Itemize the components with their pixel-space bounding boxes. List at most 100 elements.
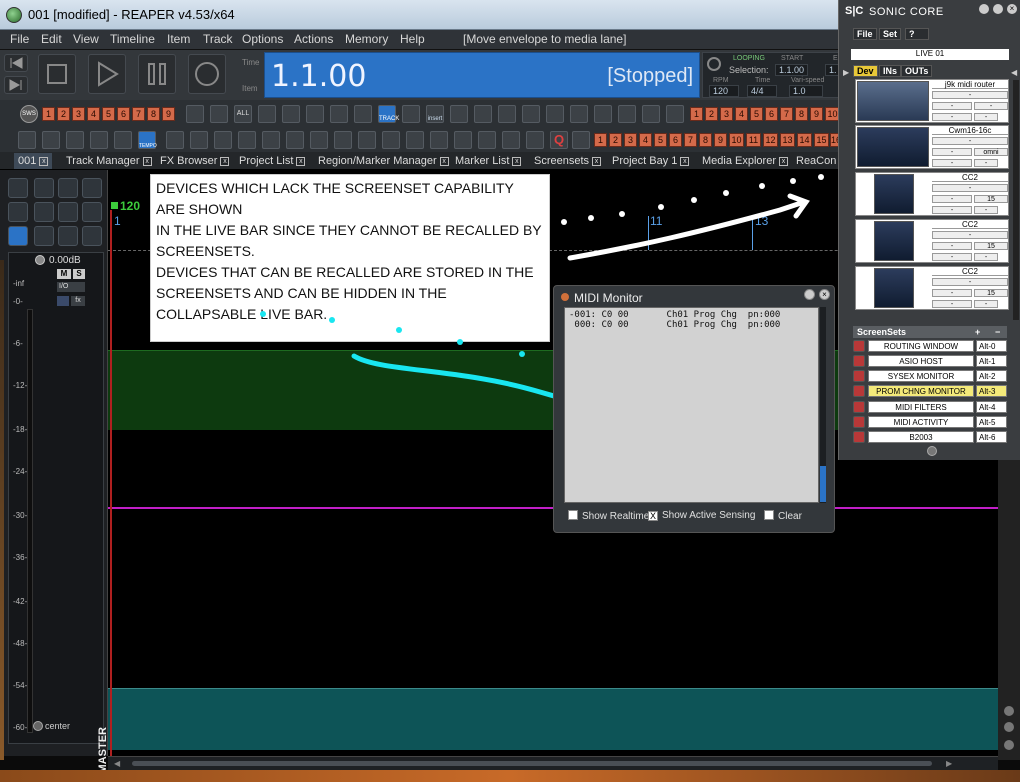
device-field[interactable]: - <box>932 206 972 214</box>
zoom-in-icon[interactable] <box>1004 706 1014 716</box>
white-arrow-icon <box>567 193 810 261</box>
device-field[interactable]: - <box>974 159 998 167</box>
device-cwm16-16c[interactable]: Cwm16-16c - - omni - - <box>855 125 1009 169</box>
horizontal-scrollbar[interactable]: ◀ ▶ <box>108 756 998 770</box>
screensets-title: ScreenSets <box>857 327 907 337</box>
device-field[interactable]: - <box>932 195 972 203</box>
device-field[interactable]: - <box>974 300 998 308</box>
screenset-shortcut: Alt-1 <box>976 355 1007 367</box>
lock-icon[interactable] <box>853 401 865 413</box>
midi-monitor-window[interactable]: MIDI Monitor × -001: C0 00 Ch01 Prog Chg… <box>553 285 835 533</box>
device-name: Cwm16-16c <box>932 126 1008 135</box>
lock-icon[interactable] <box>853 340 865 352</box>
device-field[interactable]: - <box>932 159 972 167</box>
checkbox-icon <box>568 510 578 520</box>
show-realtime-label: Show Realtime <box>582 511 650 522</box>
screenset-row[interactable]: B2003 Alt-6 <box>853 431 1007 443</box>
device-cc2-1[interactable]: CC2 - - 15 - - <box>855 172 1009 216</box>
device-field[interactable]: - <box>932 300 972 308</box>
device-field[interactable]: - <box>932 242 972 250</box>
screenset-row[interactable]: ASIO HOST Alt-1 <box>853 355 1007 367</box>
tab-ins[interactable]: INs <box>879 65 902 77</box>
device-field[interactable]: - <box>932 278 1008 286</box>
device-field[interactable]: - <box>974 102 1008 110</box>
device-field[interactable]: 15 <box>974 242 1008 250</box>
lock-icon[interactable] <box>853 416 865 428</box>
device-field[interactable]: - <box>932 148 972 156</box>
screenset-row[interactable]: SYSEX MONITOR Alt-2 <box>853 370 1007 382</box>
zoom-reset-icon[interactable] <box>1004 740 1014 750</box>
device-thumbnail <box>874 268 914 308</box>
device-field[interactable]: 15 <box>974 289 1008 297</box>
checkbox-icon: X <box>648 511 658 521</box>
screenset-shortcut: Alt-5 <box>976 416 1007 428</box>
device-cc2-3[interactable]: CC2 - - 15 - - <box>855 266 1009 310</box>
device-field[interactable]: - <box>932 253 972 261</box>
screenset-row[interactable]: ROUTING WINDOW Alt-0 <box>853 340 1007 352</box>
add-screenset-button[interactable]: + <box>975 326 980 338</box>
device-name: j9k midi router <box>932 80 1008 89</box>
screenset-row-active[interactable]: PROM CHNG MONITOR Alt-3 <box>853 385 1007 397</box>
screenset-name[interactable]: ROUTING WINDOW <box>868 340 974 352</box>
screenset-name[interactable]: MIDI FILTERS <box>868 401 974 413</box>
device-field[interactable]: omni <box>974 148 1008 156</box>
device-field[interactable]: - <box>974 253 998 261</box>
scroll-left-icon[interactable]: ▶ <box>843 68 849 77</box>
sc-menu-set[interactable]: Set <box>879 28 902 40</box>
tab-outs[interactable]: OUTs <box>901 65 933 77</box>
device-field[interactable]: - <box>932 137 1008 145</box>
remove-screenset-button[interactable]: − <box>995 326 1000 338</box>
scroll-right-icon[interactable]: ◀ <box>1011 68 1017 77</box>
clear-button[interactable]: Clear <box>764 510 802 522</box>
screenset-name[interactable]: MIDI ACTIVITY <box>868 416 974 428</box>
screenset-shortcut: Alt-0 <box>976 340 1007 352</box>
device-field[interactable]: - <box>932 102 972 110</box>
midi-log[interactable]: -001: C0 00 Ch01 Prog Chg pn:000 000: C0… <box>564 307 819 503</box>
show-active-sensing-checkbox[interactable]: X Show Active Sensing <box>648 510 755 521</box>
log-scrollbar-thumb[interactable] <box>820 466 826 502</box>
device-thumbnail <box>857 81 929 121</box>
minimize-icon[interactable] <box>979 4 989 14</box>
close-icon[interactable]: × <box>1007 4 1017 14</box>
screenset-name[interactable]: B2003 <box>868 431 974 443</box>
sc-menu-help[interactable]: ? <box>905 28 929 40</box>
screenset-name[interactable]: ASIO HOST <box>868 355 974 367</box>
scroll-thumb[interactable] <box>132 761 932 766</box>
collapse-icon[interactable] <box>927 446 937 456</box>
device-field[interactable]: 15 <box>974 195 1008 203</box>
device-thumbnail <box>857 127 929 167</box>
screenset-row[interactable]: MIDI ACTIVITY Alt-5 <box>853 416 1007 428</box>
device-field[interactable]: - <box>932 184 1008 192</box>
scroll-right-icon[interactable]: ▶ <box>946 759 952 768</box>
screenset-name[interactable]: PROM CHNG MONITOR <box>868 385 974 397</box>
sc-menu-file[interactable]: File <box>853 28 877 40</box>
device-field[interactable]: - <box>932 91 1008 99</box>
lock-icon[interactable] <box>853 355 865 367</box>
lock-icon[interactable] <box>853 431 865 443</box>
maximize-icon[interactable] <box>993 4 1003 14</box>
lock-icon[interactable] <box>853 370 865 382</box>
device-cc2-2[interactable]: CC2 - - 15 - - <box>855 219 1009 263</box>
minimize-icon[interactable] <box>804 289 815 300</box>
device-name: CC2 <box>932 220 1008 229</box>
sonic-core-logo: S|C <box>845 5 864 17</box>
show-realtime-checkbox[interactable]: Show Realtime <box>568 510 649 522</box>
device-field[interactable]: - <box>932 113 972 121</box>
devices-scrollbar[interactable] <box>1013 80 1019 320</box>
tab-dev[interactable]: Dev <box>853 65 878 77</box>
lock-icon[interactable] <box>853 385 865 397</box>
screenset-row[interactable]: MIDI FILTERS Alt-4 <box>853 401 1007 413</box>
zoom-out-icon[interactable] <box>1004 722 1014 732</box>
midi-log-line-1: -001: C0 00 Ch01 Prog Chg pn:000 <box>569 310 781 320</box>
vertical-scrollbar[interactable] <box>998 460 1020 760</box>
scroll-left-icon[interactable]: ◀ <box>114 759 120 768</box>
device-j9k-midi-router[interactable]: j9k midi router - - - - - <box>855 79 1009 123</box>
device-field[interactable]: - <box>932 289 972 297</box>
device-field[interactable]: - <box>974 206 998 214</box>
live-bar-title: LIVE 01 <box>851 49 1009 60</box>
device-field[interactable]: - <box>974 113 998 121</box>
device-field[interactable]: - <box>932 231 1008 239</box>
close-icon[interactable]: × <box>819 289 830 300</box>
screenset-name[interactable]: SYSEX MONITOR <box>868 370 974 382</box>
white-dots <box>561 90 851 299</box>
